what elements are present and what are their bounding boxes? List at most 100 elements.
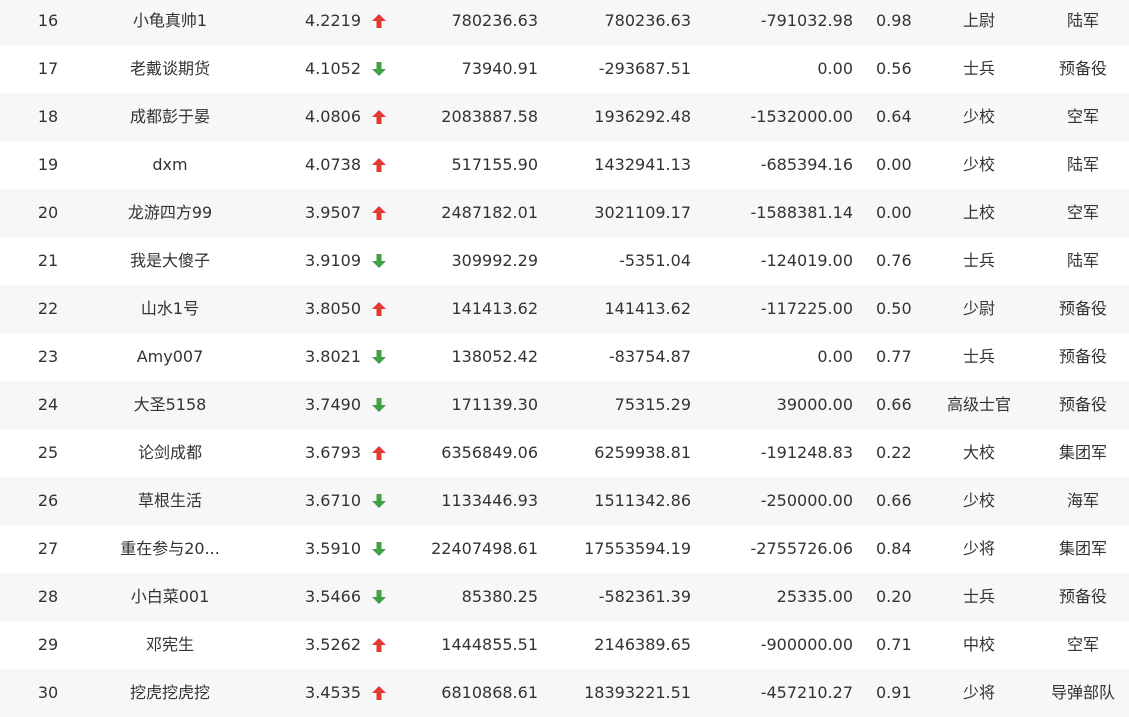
name-cell[interactable]: 我是大傻子 — [96, 252, 244, 270]
arrow-down-icon — [371, 253, 387, 269]
ratio-cell: 0.84 — [876, 539, 912, 558]
value1-cell: 6810868.61 — [441, 683, 538, 702]
value1-cell: 780236.63 — [451, 11, 538, 30]
value3-cell: -1532000.00 — [750, 107, 853, 126]
table-row[interactable]: 28 小白菜001 3.5466 85380.25 -582361.39 25335.00… — [0, 573, 1129, 621]
rank-cell: 21 — [37, 251, 59, 270]
value2-cell: 18393221.51 — [584, 683, 691, 702]
ratio-cell: 0.50 — [876, 299, 912, 318]
ratio-cell: 0.66 — [876, 491, 912, 510]
rank-cell: 19 — [37, 155, 59, 174]
branch-cell: 集团军 — [1058, 539, 1107, 558]
table-row[interactable]: 26 草根生活 3.6710 1133446.93 1511342.86 -250000.… — [0, 477, 1129, 525]
name-cell[interactable]: Amy007 — [96, 348, 244, 366]
score-cell: 4.1052 — [305, 59, 361, 78]
ratio-cell: 0.98 — [876, 11, 912, 30]
value3-cell: -685394.16 — [760, 155, 853, 174]
value2-cell: 1432941.13 — [594, 155, 691, 174]
value3-cell: -117225.00 — [760, 299, 853, 318]
table-row[interactable]: 30 挖虎挖虎挖 3.4535 6810868.61 18393221.51 -45721… — [0, 669, 1129, 717]
value2-cell: -293687.51 — [598, 59, 691, 78]
arrow-up-icon — [371, 109, 387, 125]
score-cell: 3.4535 — [305, 683, 361, 702]
branch-cell: 陆军 — [1066, 155, 1099, 174]
score-cell: 3.5262 — [305, 635, 361, 654]
value1-cell: 6356849.06 — [441, 443, 538, 462]
name-cell[interactable]: 小龟真帅1 — [96, 12, 244, 30]
value2-cell: 6259938.81 — [594, 443, 691, 462]
rank-title-cell: 士兵 — [962, 59, 995, 78]
arrow-down-icon — [371, 541, 387, 557]
branch-cell: 集团军 — [1058, 443, 1107, 462]
ratio-cell: 0.66 — [876, 395, 912, 414]
table-row[interactable]: 29 邓宪生 3.5262 1444855.51 2146389.65 -900000.0… — [0, 621, 1129, 669]
value3-cell: -1588381.14 — [750, 203, 853, 222]
value1-cell: 1444855.51 — [441, 635, 538, 654]
arrow-down-icon — [371, 349, 387, 365]
score-cell: 3.9507 — [305, 203, 361, 222]
rank-title-cell: 少尉 — [962, 299, 995, 318]
ratio-cell: 0.77 — [876, 347, 912, 366]
table-row[interactable]: 17 老戴谈期货 4.1052 73940.91 -293687.51 0.00 0.56 士… — [0, 45, 1129, 93]
table-row[interactable]: 18 成都彭于晏 4.0806 2083887.58 1936292.48 -153200… — [0, 93, 1129, 141]
arrow-down-icon — [371, 493, 387, 509]
name-cell[interactable]: 邓宪生 — [96, 636, 244, 654]
arrow-up-icon — [371, 445, 387, 461]
table-row[interactable]: 21 我是大傻子 3.9109 309992.29 -5351.04 -124019.00… — [0, 237, 1129, 285]
name-cell[interactable]: dxm — [96, 156, 244, 174]
name-cell[interactable]: 山水1号 — [96, 300, 244, 318]
table-row[interactable]: 23 Amy007 3.8021 138052.42 -83754.87 0.00 0.77… — [0, 333, 1129, 381]
name-cell[interactable]: 草根生活 — [96, 492, 244, 510]
branch-cell: 空军 — [1066, 107, 1099, 126]
value2-cell: 2146389.65 — [594, 635, 691, 654]
name-cell[interactable]: 成都彭于晏 — [96, 108, 244, 126]
table-row[interactable]: 22 山水1号 3.8050 141413.62 141413.62 -117225.00… — [0, 285, 1129, 333]
branch-cell: 导弹部队 — [1050, 683, 1115, 702]
table-row[interactable]: 20 龙游四方99 3.9507 2487182.01 3021109.17 -15883… — [0, 189, 1129, 237]
name-cell[interactable]: 论剑成都 — [96, 444, 244, 462]
score-cell: 3.6793 — [305, 443, 361, 462]
branch-cell: 空军 — [1066, 203, 1099, 222]
name-cell[interactable]: 重在参与20... — [96, 540, 244, 558]
ratio-cell: 0.71 — [876, 635, 912, 654]
ratio-cell: 0.00 — [876, 203, 912, 222]
value3-cell: -191248.83 — [760, 443, 853, 462]
ratio-cell: 0.64 — [876, 107, 912, 126]
rank-cell: 26 — [37, 491, 59, 510]
branch-cell: 预备役 — [1058, 587, 1107, 606]
table-row[interactable]: 16 小龟真帅1 4.2219 780236.63 780236.63 -791032.9… — [0, 0, 1129, 45]
value3-cell: 25335.00 — [776, 587, 853, 606]
name-cell[interactable]: 龙游四方99 — [96, 204, 244, 222]
rank-title-cell: 士兵 — [962, 251, 995, 270]
rank-title-cell: 少校 — [962, 155, 995, 174]
name-cell[interactable]: 挖虎挖虎挖 — [96, 684, 244, 702]
arrow-up-icon — [371, 205, 387, 221]
score-cell: 3.7490 — [305, 395, 361, 414]
value1-cell: 309992.29 — [451, 251, 538, 270]
name-cell[interactable]: 大圣5158 — [96, 396, 244, 414]
table-row[interactable]: 25 论剑成都 3.6793 6356849.06 6259938.81 -191248.… — [0, 429, 1129, 477]
arrow-down-icon — [371, 61, 387, 77]
branch-cell: 预备役 — [1058, 299, 1107, 318]
branch-cell: 预备役 — [1058, 59, 1107, 78]
table-row[interactable]: 27 重在参与20... 3.5910 22407498.61 17553594.19 -… — [0, 525, 1129, 573]
rank-title-cell: 少校 — [962, 491, 995, 510]
rank-title-cell: 上尉 — [962, 11, 995, 30]
branch-cell: 陆军 — [1066, 251, 1099, 270]
score-cell: 4.0806 — [305, 107, 361, 126]
branch-cell: 海军 — [1066, 491, 1099, 510]
table-row[interactable]: 19 dxm 4.0738 517155.90 1432941.13 -685394.16… — [0, 141, 1129, 189]
rank-cell: 28 — [37, 587, 59, 606]
ratio-cell: 0.91 — [876, 683, 912, 702]
value2-cell: 1511342.86 — [594, 491, 691, 510]
branch-cell: 预备役 — [1058, 347, 1107, 366]
arrow-up-icon — [371, 301, 387, 317]
branch-cell: 空军 — [1066, 635, 1099, 654]
name-cell[interactable]: 小白菜001 — [96, 588, 244, 606]
score-cell: 3.8050 — [305, 299, 361, 318]
rank-cell: 27 — [37, 539, 59, 558]
name-cell[interactable]: 老戴谈期货 — [96, 60, 244, 78]
rank-title-cell: 少将 — [962, 539, 995, 558]
arrow-up-icon — [371, 157, 387, 173]
table-row[interactable]: 24 大圣5158 3.7490 171139.30 75315.29 39000.00 0… — [0, 381, 1129, 429]
